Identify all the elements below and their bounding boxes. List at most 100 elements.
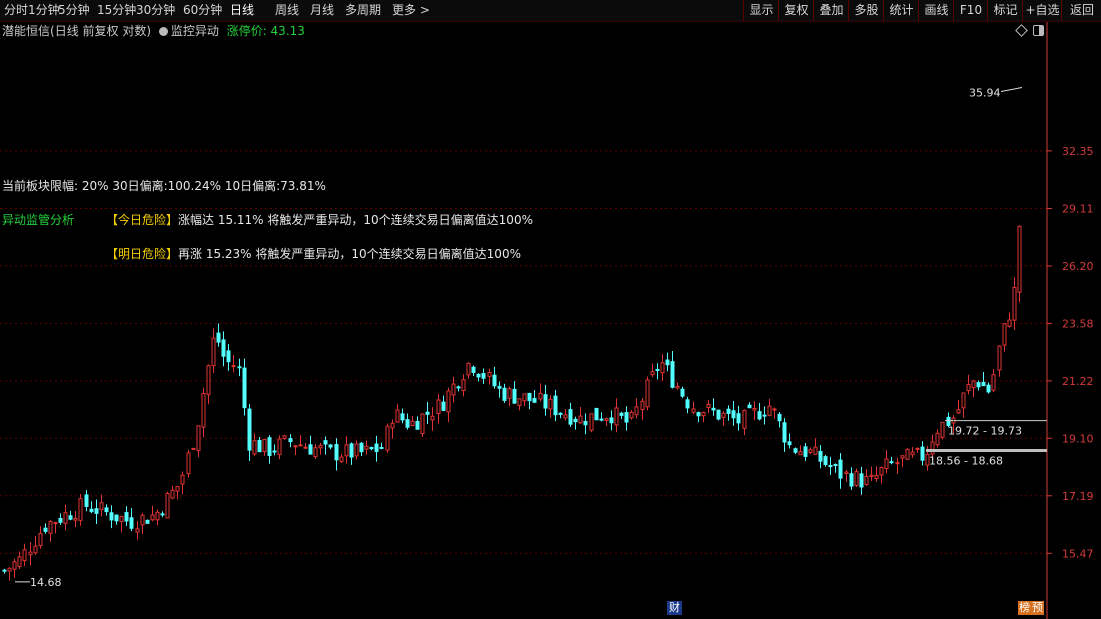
period-tab-2[interactable]: 5分钟: [58, 0, 90, 21]
candle-body: [833, 463, 838, 466]
ranking-marker[interactable]: 榜: [1018, 601, 1031, 615]
toolbar-button-3[interactable]: 多股: [848, 0, 884, 21]
candle-body: [517, 398, 522, 406]
candle-body: [670, 361, 675, 388]
toolbar-button-4[interactable]: 统计: [883, 0, 919, 21]
candle-body: [247, 408, 252, 451]
candle-body: [344, 444, 349, 457]
candle-body: [303, 446, 308, 449]
candle-body: [242, 367, 247, 409]
candle-body: [742, 409, 747, 429]
candle-body: [864, 475, 869, 485]
candle-body: [532, 397, 537, 403]
today-risk: 【今日危险】涨幅达 15.11% 将触发严重异动，10个连续交易日偏离值达100…: [106, 211, 533, 228]
period-tab-3[interactable]: 15分钟: [97, 0, 136, 21]
tomorrow-risk-text: 再涨 15.23% 将触发严重异动，10个连续交易日偏离值达100%: [178, 247, 521, 261]
forecast-marker[interactable]: 预: [1031, 601, 1044, 615]
toolbar-button-8[interactable]: +自选: [1022, 0, 1062, 21]
y-axis: 15.47 17.19 19.10 21.22 23.58 26.20 29.11 32.35: [1046, 22, 1094, 619]
candle-body: [1012, 286, 1017, 321]
candle-body: [48, 520, 53, 534]
candle-body: [267, 437, 272, 456]
toolbar-button-7[interactable]: 标记: [987, 0, 1023, 21]
candle-body: [854, 471, 859, 486]
candle-body: [99, 502, 104, 510]
candle-body: [487, 371, 492, 377]
candle-body: [318, 444, 323, 449]
candle-body: [538, 392, 543, 400]
candle-body: [196, 425, 201, 452]
candle-body: [313, 447, 318, 458]
period-tab-9[interactable]: 多周期: [345, 0, 381, 21]
candle-body: [385, 425, 390, 451]
candle-body: [961, 392, 966, 409]
candle-body: [252, 440, 257, 455]
candle-body: [798, 451, 803, 456]
toolbar-button-6[interactable]: F10: [953, 0, 988, 21]
period-tab-5[interactable]: 60分钟: [183, 0, 222, 21]
toolbar-button-9[interactable]: 返回: [1061, 0, 1101, 21]
candle-body: [262, 438, 267, 453]
period-tab-7[interactable]: 周线: [275, 0, 299, 21]
candle-body: [328, 444, 333, 448]
y-tick-label: 26.20: [1062, 260, 1094, 273]
candle-body: [838, 459, 843, 479]
candle-body: [879, 467, 884, 476]
candle-body: [481, 373, 486, 379]
candle-body: [124, 512, 129, 522]
candle-body: [104, 507, 109, 513]
y-tick-label: 17.19: [1062, 490, 1094, 503]
y-tick-label: 29.11: [1062, 202, 1094, 215]
candle-body: [89, 508, 94, 513]
candle-body: [58, 517, 63, 523]
candle-body: [94, 508, 99, 514]
candle-body: [706, 403, 711, 409]
candle-body: [476, 373, 481, 378]
candle-body: [930, 441, 935, 455]
candle-body: [522, 393, 527, 402]
period-tab-1[interactable]: 1分钟: [28, 0, 60, 21]
toolbar-button-5[interactable]: 画线: [918, 0, 954, 21]
candle-body: [492, 374, 497, 387]
candle-body: [645, 379, 650, 408]
toolbar-button-0[interactable]: 显示: [743, 0, 779, 21]
candle-body: [221, 339, 226, 357]
candle-body: [874, 474, 879, 480]
toolbar-button-2[interactable]: 叠加: [813, 0, 849, 21]
candle-body: [43, 527, 48, 532]
high-label: 35.94: [969, 87, 1001, 100]
kline-chart[interactable]: 15.47 17.19 19.10 21.22 23.58 26.20 29.11 32.35…: [0, 22, 1101, 619]
candle-body: [425, 411, 430, 415]
candle-body: [813, 446, 818, 455]
panel-toggle-icon[interactable]: [1033, 25, 1044, 36]
candle-body: [369, 446, 374, 450]
candle-body: [609, 417, 614, 424]
period-tab-8[interactable]: 月线: [310, 0, 334, 21]
period-tab-4[interactable]: 30分钟: [136, 0, 175, 21]
candle-body: [553, 395, 558, 416]
candle-body: [915, 447, 920, 450]
candle-body: [548, 398, 553, 410]
period-tab-6[interactable]: 日线: [230, 0, 254, 21]
today-risk-text: 涨幅达 15.11% 将触发严重异动，10个连续交易日偏离值达100%: [178, 213, 533, 227]
candle-body: [726, 408, 731, 414]
candle-body: [563, 414, 568, 419]
candle-body: [430, 415, 435, 421]
candle-body: [844, 471, 849, 474]
candle-body: [405, 419, 410, 428]
candle-body: [53, 522, 58, 525]
finance-marker[interactable]: 财: [667, 601, 682, 615]
candle-body: [594, 407, 599, 421]
candle-body: [33, 545, 38, 554]
candle-body: [415, 420, 420, 430]
period-tab-0[interactable]: 分时: [4, 0, 28, 21]
y-tick-label: 15.47: [1062, 547, 1094, 560]
candle-body: [981, 381, 986, 387]
toolbar-button-1[interactable]: 复权: [778, 0, 814, 21]
period-tab-10[interactable]: 更多 >: [392, 0, 430, 21]
candle-body: [170, 489, 175, 499]
candle-body: [696, 412, 701, 417]
candle-body: [471, 366, 476, 373]
candle-body: [787, 441, 792, 446]
candle-body: [354, 443, 359, 457]
